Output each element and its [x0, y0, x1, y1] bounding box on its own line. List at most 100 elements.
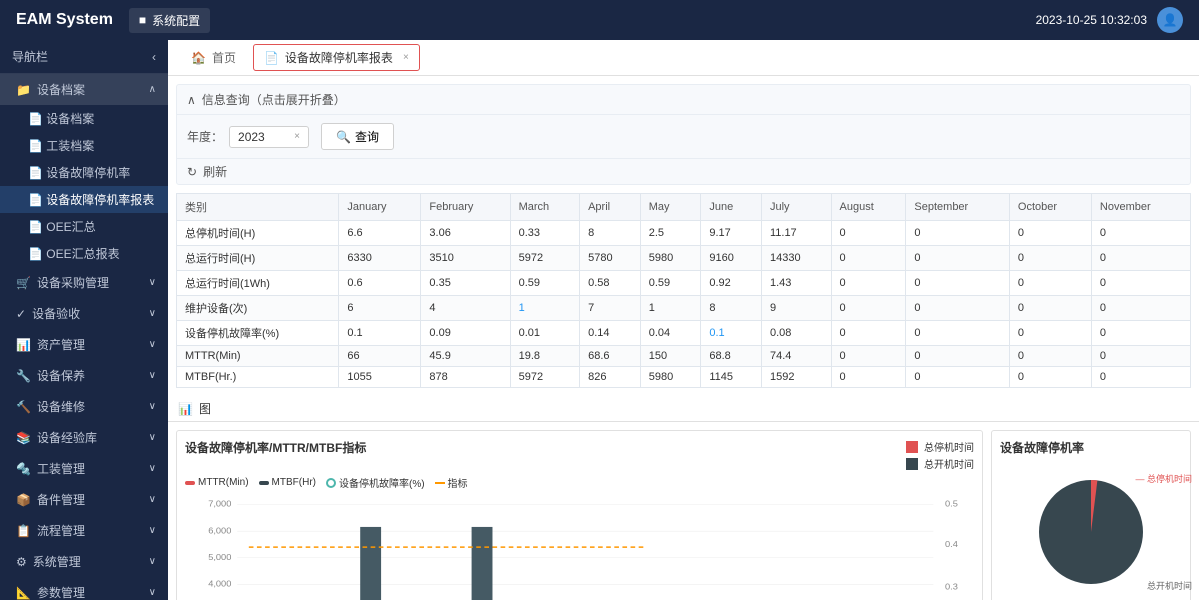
row-cell: 0.58 — [580, 271, 641, 296]
sidebar-item-process[interactable]: 📋 流程管理 ∨ — [0, 515, 168, 546]
row-cell: 0 — [1009, 367, 1091, 388]
sidebar-item-tool-archive[interactable]: 📄 工装档案 — [0, 132, 168, 159]
right-legend-stop: 总停机时间 — [906, 439, 974, 454]
row-cell: 0.08 — [761, 321, 831, 346]
row-cell: 0.6 — [339, 271, 421, 296]
sidebar-item-equipment-files[interactable]: 📄 设备档案 — [0, 105, 168, 132]
table-row: MTTR(Min)6645.919.868.615068.874.40000 — [177, 346, 1191, 367]
sidebar-collapse-icon[interactable]: ‹ — [152, 50, 156, 64]
row-cell: 5980 — [640, 367, 701, 388]
row-cell: 2.5 — [640, 221, 701, 246]
table-row: 总运行时间(H)63303510597257805980916014330000… — [177, 246, 1191, 271]
sidebar-item-system[interactable]: ⚙ 系统管理 ∨ — [0, 546, 168, 577]
sidebar-item-asset[interactable]: 📊 资产管理 ∨ — [0, 329, 168, 360]
row-cell: 4 — [421, 296, 510, 321]
search-icon: 🔍 — [336, 130, 351, 144]
row-cell: 9.17 — [701, 221, 762, 246]
sidebar-item-receipt[interactable]: ✓ 设备验收 ∨ — [0, 298, 168, 329]
row-cell: 0 — [1009, 221, 1091, 246]
row-cell: 0 — [1009, 296, 1091, 321]
tabs-bar: 🏠 首页 📄 设备故障停机率报表 × — [168, 40, 1199, 76]
folder-icon: 📁 — [16, 83, 31, 97]
row-cell: 0 — [906, 321, 1009, 346]
sidebar-item-fault-rate-report[interactable]: 📄 设备故障停机率报表 — [0, 186, 168, 213]
fault-rate-legend-circle — [326, 478, 336, 488]
legend-mtbf: MTBF(Hr) — [259, 477, 316, 488]
datetime: 2023-10-25 10:32:03 — [1036, 13, 1147, 27]
sidebar-item-parts[interactable]: 📦 备件管理 ∨ — [0, 484, 168, 515]
chevron-down-icon7: ∨ — [149, 463, 156, 474]
svg-text:4,000: 4,000 — [208, 579, 231, 589]
row-label: 总运行时间(1Wh) — [177, 271, 339, 296]
row-cell: 0.59 — [640, 271, 701, 296]
chevron-down-icon9: ∨ — [149, 525, 156, 536]
row-cell: 0 — [1091, 246, 1190, 271]
col-header: March — [510, 194, 580, 221]
row-cell: 7 — [580, 296, 641, 321]
sidebar-item-equipment-archive[interactable]: 📁 设备档案 ∧ — [0, 74, 168, 105]
table-row: 设备停机故障率(%)0.10.090.010.140.040.10.080000 — [177, 321, 1191, 346]
chart-header: 📊 图 — [168, 396, 1199, 422]
sidebar-item-params[interactable]: 📐 参数管理 ∨ — [0, 577, 168, 600]
row-cell: 0.1 — [339, 321, 421, 346]
tab-close-icon[interactable]: × — [403, 52, 409, 63]
row-cell: 9160 — [701, 246, 762, 271]
info-header[interactable]: ∧ 信息查询（点击展开折叠） — [177, 85, 1190, 115]
row-cell: 6 — [339, 296, 421, 321]
col-header: June — [701, 194, 762, 221]
row-label: MTBF(Hr.) — [177, 367, 339, 388]
tab-home[interactable]: 🏠 首页 — [178, 42, 249, 73]
content-area: 🏠 首页 📄 设备故障停机率报表 × ∧ 信息查询（点击展开折叠） 年度： — [168, 40, 1199, 600]
row-cell: 0 — [1091, 367, 1190, 388]
sidebar-item-repair[interactable]: 🔨 设备维修 ∨ — [0, 391, 168, 422]
row-cell: 74.4 — [761, 346, 831, 367]
refresh-bar[interactable]: ↻ 刷新 — [177, 158, 1190, 184]
row-label: 总运行时间(H) — [177, 246, 339, 271]
nav-icon: ■ — [139, 13, 146, 27]
row-cell: 0 — [1009, 346, 1091, 367]
chevron-down-icon: ∨ — [149, 277, 156, 288]
sidebar-item-explib[interactable]: 📚 设备经验库 ∨ — [0, 422, 168, 453]
row-cell: 0 — [831, 246, 906, 271]
bar-mar — [360, 527, 381, 600]
col-header: February — [421, 194, 510, 221]
row-cell: 1055 — [339, 367, 421, 388]
process-icon: 📋 — [16, 524, 31, 538]
row-cell: 0 — [831, 221, 906, 246]
row-cell: 9 — [761, 296, 831, 321]
row-cell: 0 — [906, 221, 1009, 246]
chevron-down-icon8: ∨ — [149, 494, 156, 505]
chevron-down-icon4: ∨ — [149, 370, 156, 381]
right-chart-title: 设备故障停机率 — [1000, 439, 1182, 456]
row-cell: 0 — [906, 296, 1009, 321]
sidebar-header[interactable]: 导航栏 ‹ — [0, 40, 168, 74]
row-cell: 0 — [831, 367, 906, 388]
row-cell: 1 — [510, 296, 580, 321]
sidebar-item-oee-report[interactable]: 📄 OEE汇总报表 — [0, 240, 168, 267]
col-header: January — [339, 194, 421, 221]
tab-active-report[interactable]: 📄 设备故障停机率报表 × — [253, 44, 420, 71]
gear-icon: ⚙ — [16, 555, 27, 569]
row-cell: 0 — [1091, 271, 1190, 296]
sidebar-item-oee-summary[interactable]: 📄 OEE汇总 — [0, 213, 168, 240]
avatar[interactable]: 👤 — [1157, 7, 1183, 33]
query-button[interactable]: 🔍 查询 — [321, 123, 394, 150]
year-input[interactable]: 2023 × — [229, 126, 309, 148]
header-nav[interactable]: ■ 系统配置 — [129, 8, 210, 33]
row-cell: 6330 — [339, 246, 421, 271]
row-cell: 0 — [831, 321, 906, 346]
sidebar-item-fault-rate[interactable]: 📄 设备故障停机率 — [0, 159, 168, 186]
col-header: November — [1091, 194, 1190, 221]
check-icon: ✓ — [16, 307, 26, 321]
clear-icon[interactable]: × — [294, 131, 300, 142]
svg-text:0.4: 0.4 — [945, 539, 958, 549]
sidebar-item-maint[interactable]: 🔧 设备保养 ∨ — [0, 360, 168, 391]
sidebar-item-tool[interactable]: 🔩 工装管理 ∨ — [0, 453, 168, 484]
row-cell: 5980 — [640, 246, 701, 271]
table-header: 类别JanuaryFebruaryMarchAprilMayJuneJulyAu… — [177, 194, 1191, 221]
sidebar-item-purchase[interactable]: 🛒 设备采购管理 ∨ — [0, 267, 168, 298]
info-body: 年度： 2023 × 🔍 查询 — [177, 115, 1190, 158]
cart-icon: 🛒 — [16, 276, 31, 290]
sidebar: 导航栏 ‹ 📁 设备档案 ∧ 📄 设备档案 📄 工装档案 📄 设备故障停机率 📄… — [0, 40, 168, 600]
sidebar-toggle-label: 导航栏 — [12, 48, 48, 65]
